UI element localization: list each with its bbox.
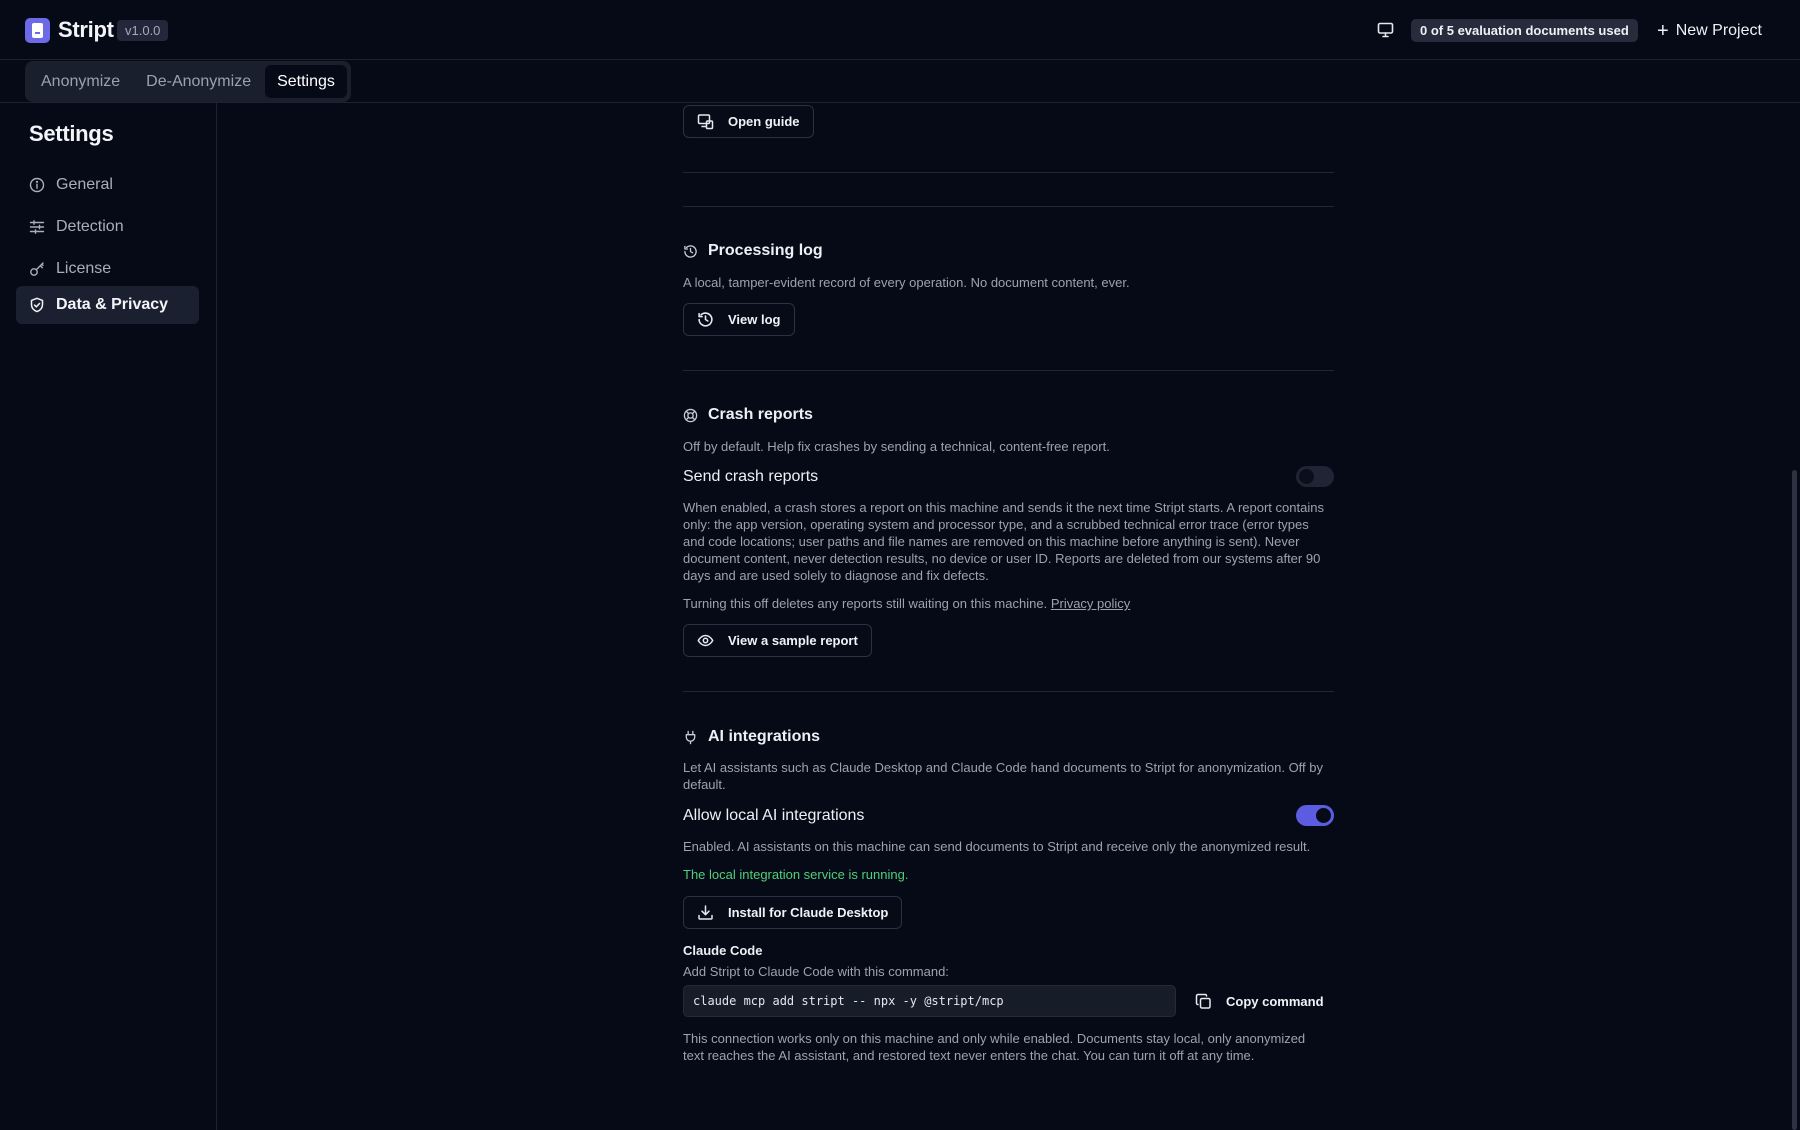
history-icon [684,244,697,258]
info-icon [29,177,45,193]
view-log-label: View log [728,312,781,327]
sidebar-title: Settings [29,121,114,146]
sidebar-item-label: General [56,176,113,193]
sidebar-item-license[interactable]: License [16,250,199,288]
copy-icon [1195,993,1211,1009]
lifebuoy-icon [683,408,698,422]
download-icon [698,905,713,920]
sliders-icon [29,220,45,234]
divider [683,172,1334,173]
history-icon [698,312,713,327]
crash-reports-title: Crash reports [708,406,813,423]
sidebar-item-label: Detection [56,218,124,235]
crash-reports-section-title: Crash reports [683,406,813,424]
new-project-label: New Project [1675,21,1762,39]
send-crash-reports-toggle[interactable] [1296,466,1334,487]
claude-code-command[interactable]: claude mcp add stript -- npx -y @stript/… [683,985,1176,1017]
shield-icon [30,297,44,313]
install-claude-desktop-label: Install for Claude Desktop [728,905,889,920]
eye-icon [697,634,714,647]
crash-reports-description: Off by default. Help fix crashes by send… [683,439,1110,454]
processing-log-description: A local, tamper-evident record of every … [683,275,1130,290]
view-sample-report-button[interactable]: View a sample report [683,624,872,657]
open-guide-label: Open guide [728,114,800,129]
key-icon [30,262,44,276]
sidebar-item-detection[interactable]: Detection [16,208,199,246]
plus-icon: + [1657,19,1669,42]
sidebar-item-label: License [56,260,112,277]
ai-integrations-footer: This connection works only on this machi… [683,1031,1306,1063]
integration-service-status: The local integration service is running… [683,867,909,882]
allow-ai-integrations-label: Allow local AI integrations [683,807,865,824]
version-badge: v1.0.0 [117,20,169,41]
processing-log-section-title: Processing log [683,242,823,260]
top-bar: Stript v1.0.0 0 of 5 evaluation document… [0,0,1800,60]
claude-code-label: Claude Code [683,943,763,958]
crash-reports-details: When enabled, a crash stores a report on… [683,500,1324,583]
send-crash-reports-label: Send crash reports [683,468,819,485]
open-guide-button[interactable]: Open guide [683,105,814,138]
turning-off-note: Turning this off deletes any reports sti… [683,596,1048,611]
evaluation-usage-badge: 0 of 5 evaluation documents used [1411,19,1638,42]
divider [683,691,1334,692]
main-tabs: Anonymize De-Anonymize Settings [25,61,351,102]
ai-integrations-description: Let AI assistants such as Claude Desktop… [683,760,1324,792]
copy-command-label: Copy command [1226,993,1324,1009]
claude-code-hint: Add Stript to Claude Code with this comm… [683,964,949,979]
scrollbar-thumb[interactable] [1792,470,1797,1130]
ai-integrations-enabled-note: Enabled. AI assistants on this machine c… [683,839,1311,854]
monitor-icon[interactable] [1377,22,1394,38]
view-sample-report-label: View a sample report [728,633,858,648]
privacy-policy-link[interactable]: Privacy policy [1051,596,1130,611]
sidebar-item-label: Data & Privacy [56,296,169,313]
ai-integrations-title: AI integrations [708,728,821,745]
copy-command-button[interactable]: Copy command [1195,985,1324,1017]
stript-logo-icon [25,18,50,43]
divider [683,370,1334,371]
divider [683,206,1334,207]
processing-log-title: Processing log [708,242,823,259]
plug-icon [685,730,696,744]
sidebar-item-data-privacy[interactable]: Data & Privacy [16,286,199,324]
app-name: Stript [58,17,114,42]
crash-reports-note: Turning this off deletes any reports sti… [683,595,1334,612]
sidebar-item-general[interactable]: General [16,166,199,204]
tab-anonymize[interactable]: Anonymize [29,65,132,98]
settings-sidebar: Settings General Detection License Data … [0,103,217,1130]
allow-ai-integrations-toggle[interactable] [1296,805,1334,826]
install-claude-desktop-button[interactable]: Install for Claude Desktop [683,896,903,929]
tab-de-anonymize[interactable]: De-Anonymize [134,65,263,98]
tab-settings[interactable]: Settings [265,65,347,98]
ai-integrations-section-title: AI integrations [683,728,820,746]
view-log-button[interactable]: View log [683,303,795,336]
guide-icon [697,114,714,130]
new-project-button[interactable]: + New Project [1657,18,1762,43]
